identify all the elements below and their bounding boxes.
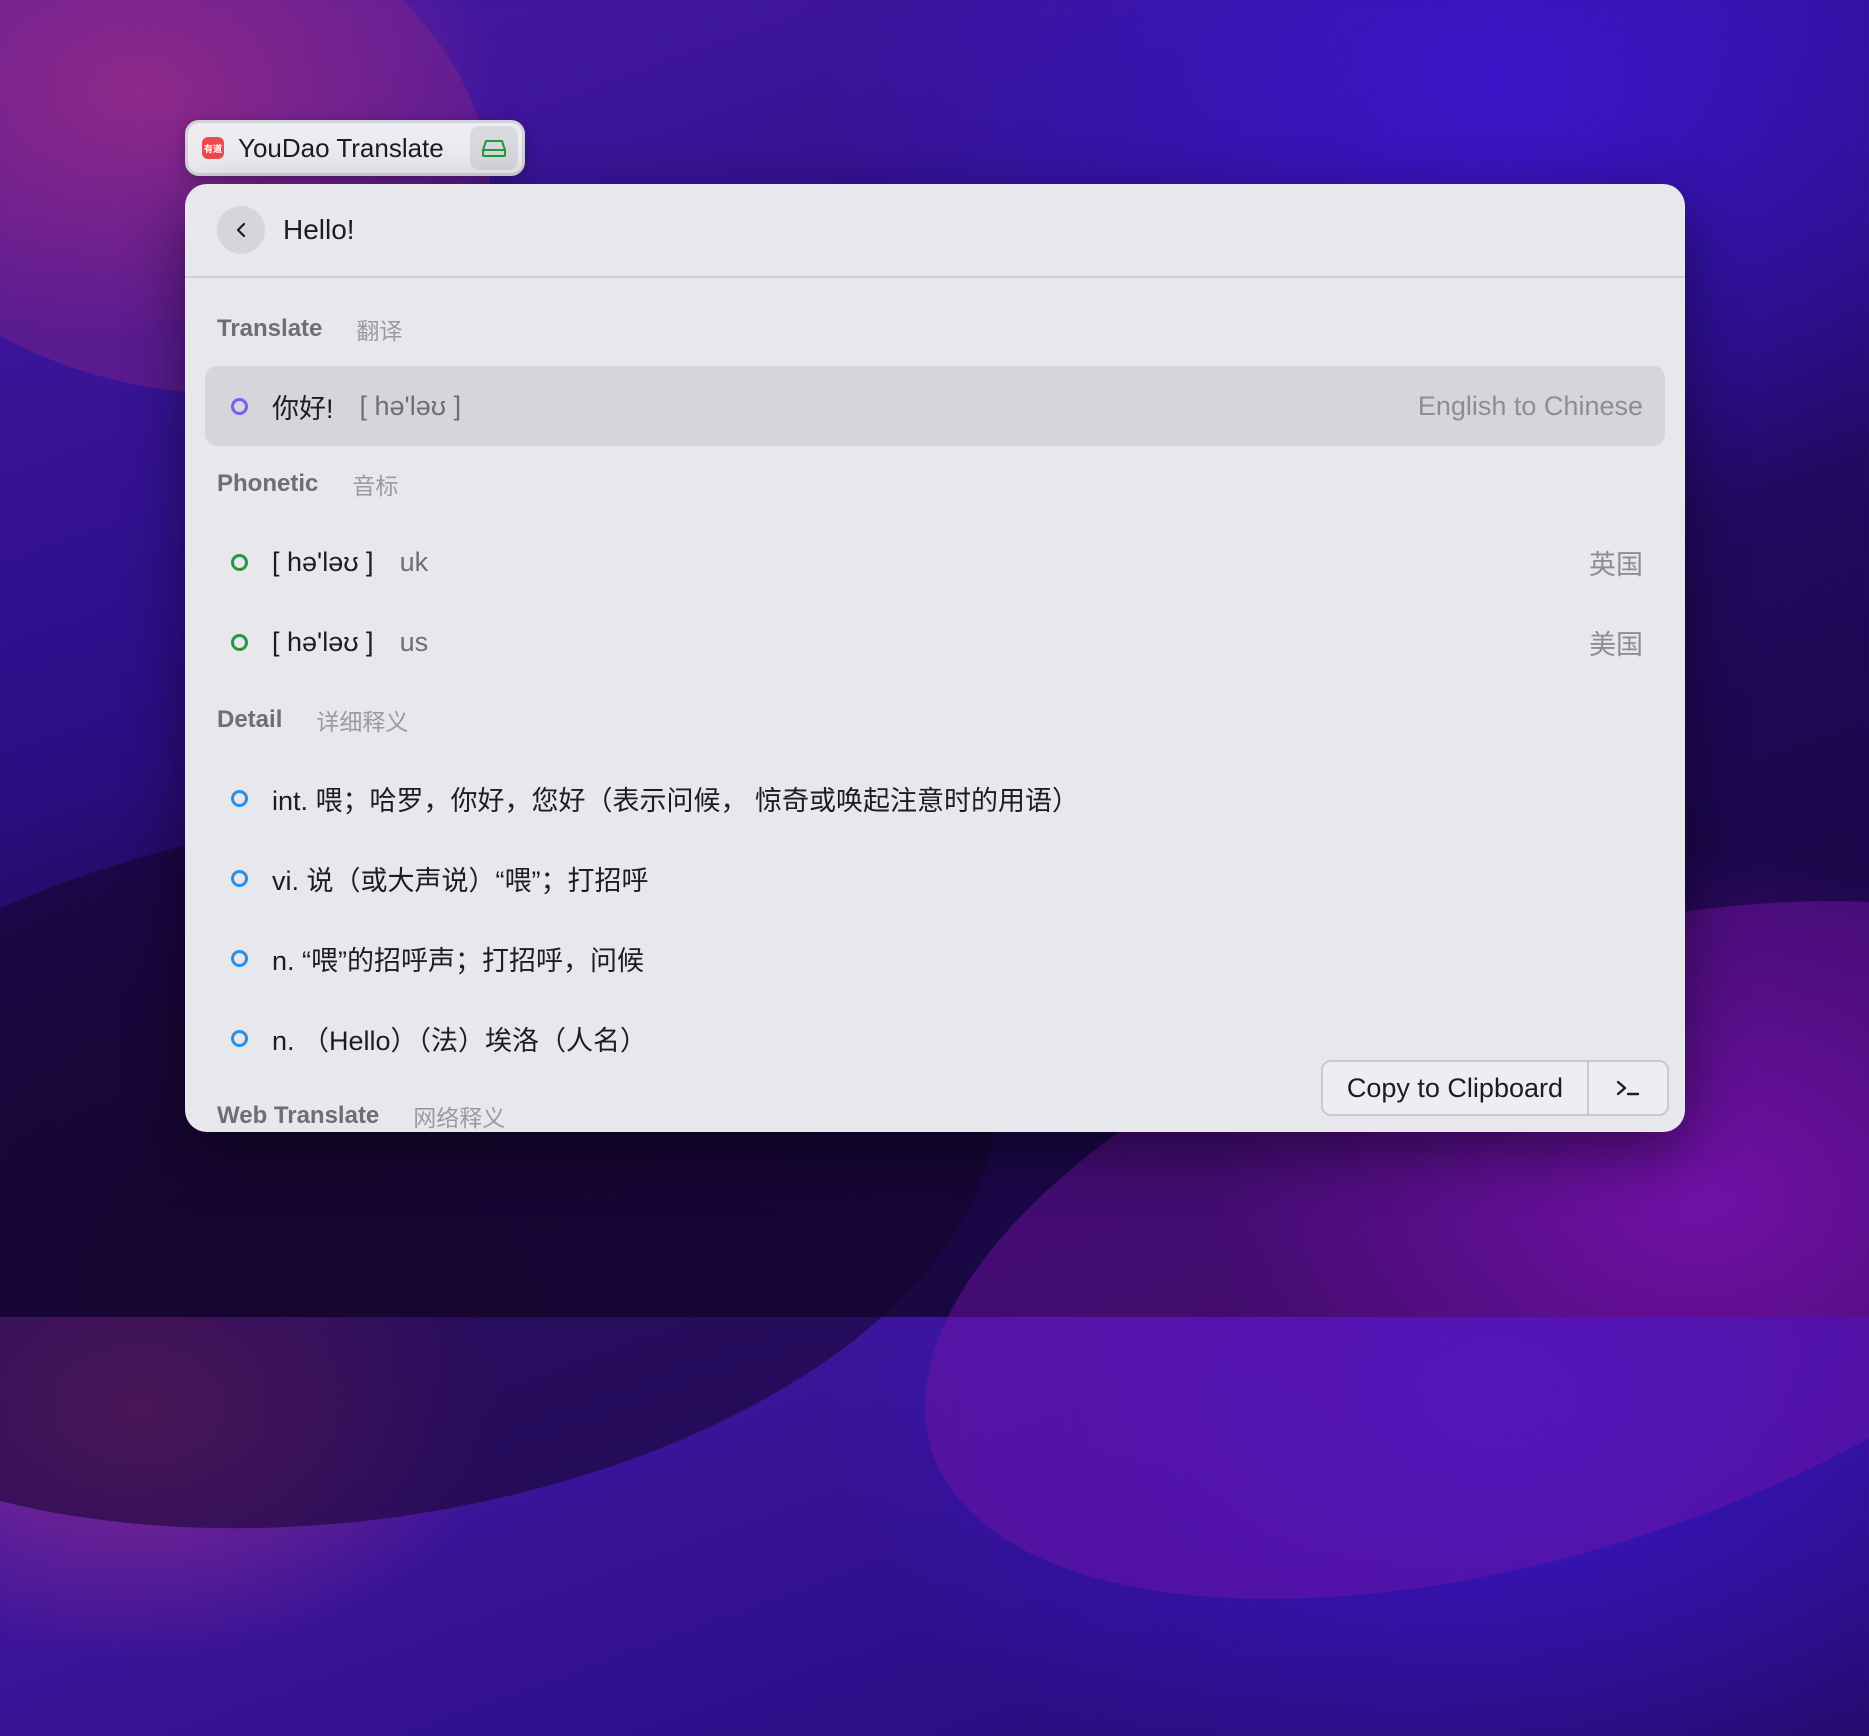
list-item[interactable]: 你好! [ hə'ləʊ ] English to Chinese — [205, 366, 1665, 446]
section-subtitle: 详细释义 — [316, 709, 409, 735]
list-item[interactable]: vi. 说（或大声说）“喂”；打招呼 — [205, 838, 1665, 918]
item-accessory: 美国 — [1589, 629, 1643, 660]
item-subtitle: uk — [399, 546, 429, 577]
item-title: [ hə'ləʊ ] — [272, 626, 374, 657]
circle-icon — [231, 633, 248, 651]
circle-icon — [231, 1029, 248, 1047]
section-translate: Translate 翻译 — [205, 278, 1665, 366]
item-title: [ hə'ləʊ ] — [272, 546, 374, 577]
item-title: n. “喂”的招呼声；打招呼，问候 — [272, 945, 645, 976]
section-title: Web Translate — [217, 1102, 380, 1129]
section-subtitle: 音标 — [352, 473, 399, 499]
item-accessory: English to Chinese — [1417, 390, 1643, 421]
section-subtitle: 网络释义 — [413, 1105, 506, 1131]
item-subtitle: us — [399, 626, 429, 657]
list-item[interactable]: [ hə'ləʊ ] uk 英国 — [205, 522, 1665, 602]
youdao-logo-icon: 有道 — [202, 137, 224, 159]
chevron-left-icon — [236, 222, 246, 238]
circle-icon — [231, 789, 248, 807]
section-phonetic: Phonetic 音标 — [205, 446, 1665, 522]
circle-icon — [231, 397, 248, 415]
search-query[interactable]: Hello! — [283, 214, 355, 246]
translate-window: Hello! Translate 翻译 你好! [ hə'ləʊ ] Engli… — [185, 184, 1685, 1132]
extension-action-button[interactable] — [470, 126, 518, 170]
section-detail: Detail 详细释义 — [205, 682, 1665, 758]
extension-tab[interactable]: 有道 YouDao Translate — [185, 120, 525, 176]
item-accessory: 英国 — [1589, 549, 1643, 580]
search-header: Hello! — [185, 184, 1685, 278]
list-item[interactable]: [ hə'ləʊ ] us 美国 — [205, 602, 1665, 682]
item-title: vi. 说（或大声说）“喂”；打招呼 — [272, 865, 649, 896]
circle-icon — [231, 949, 248, 967]
list-item[interactable]: int. 喂；哈罗，你好，您好（表示问候， 惊奇或唤起注意时的用语） — [205, 758, 1665, 838]
terminal-icon — [1616, 1080, 1640, 1096]
section-title: Phonetic — [217, 470, 319, 497]
copy-to-clipboard-button[interactable]: Copy to Clipboard — [1323, 1062, 1589, 1114]
back-button[interactable] — [217, 206, 265, 254]
item-title: int. 喂；哈罗，你好，您好（表示问候， 惊奇或唤起注意时的用语） — [272, 785, 1080, 816]
extension-title: YouDao Translate — [238, 132, 444, 163]
section-title: Detail — [217, 706, 283, 733]
section-subtitle: 翻译 — [356, 318, 403, 344]
item-title: 你好! — [272, 393, 334, 424]
action-bar: Copy to Clipboard — [1320, 1060, 1669, 1116]
section-title: Translate — [217, 315, 323, 342]
item-title: n. （Hello）（法）埃洛（人名） — [272, 1025, 648, 1056]
circle-icon — [231, 869, 248, 887]
circle-icon — [231, 553, 248, 571]
result-list: Translate 翻译 你好! [ hə'ləʊ ] English to C… — [185, 278, 1685, 1132]
hard-drive-icon — [482, 140, 506, 157]
item-subtitle: [ hə'ləʊ ] — [359, 390, 462, 421]
action-panel-button[interactable] — [1589, 1062, 1667, 1114]
list-item[interactable]: n. “喂”的招呼声；打招呼，问候 — [205, 918, 1665, 998]
